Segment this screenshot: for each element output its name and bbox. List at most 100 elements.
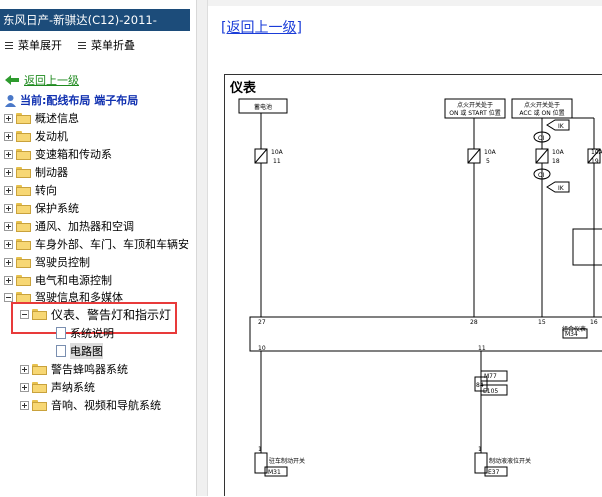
pin-11: 11: [478, 345, 486, 352]
back-link[interactable]: 返回上一级: [4, 72, 79, 88]
combination-meter-box: [249, 316, 602, 352]
expand-icon[interactable]: [4, 257, 13, 267]
tree-item-sonar[interactable]: 声纳系统: [20, 379, 95, 395]
pin-10: 10: [258, 345, 266, 352]
ik-label: IK: [558, 123, 565, 130]
pin-28: 28: [470, 319, 478, 326]
tree-item[interactable]: 转向: [4, 182, 57, 198]
tree-item[interactable]: 概述信息: [4, 110, 79, 126]
tree-item[interactable]: 驾驶员控制: [4, 254, 90, 270]
collapse-menu-button[interactable]: 菜单折叠: [77, 38, 135, 52]
diagram-title: 仪表: [230, 81, 257, 96]
folder-icon: [16, 166, 31, 178]
fuse-rating: 10A: [591, 149, 602, 156]
tree-item-label: 音响、视频和导航系统: [51, 399, 161, 412]
tree-item-label: 变速箱和传动系: [35, 148, 112, 161]
expand-icon[interactable]: [4, 149, 13, 159]
back-arrow-icon: [5, 75, 19, 85]
tree-item-circuit-diagram[interactable]: 电路图: [56, 343, 103, 359]
expand-icon[interactable]: [20, 382, 29, 392]
folder-icon: [16, 148, 31, 160]
folder-icon: [16, 202, 31, 214]
parking-brake-switch-label: 驻车制动开关: [269, 457, 305, 465]
current-location: 当前:配线布局 端子布局: [4, 92, 138, 108]
pin-1-left: 1: [258, 446, 262, 453]
tree-item-label: 概述信息: [35, 112, 79, 125]
left-panel: 东风日产-新骐达(C12)-2011- 菜单展开 菜单折叠 返回上一级 当前:配…: [0, 0, 197, 496]
folder-icon: [16, 291, 31, 303]
folder-icon: [16, 274, 31, 286]
connector-e105: E105: [483, 388, 498, 395]
expand-icon[interactable]: [20, 400, 29, 410]
ignition-1-line2: ON 或 START 位置: [449, 109, 500, 117]
expand-icon[interactable]: [4, 203, 13, 213]
expand-icon[interactable]: [4, 113, 13, 123]
expand-icon[interactable]: [4, 275, 13, 285]
connector-m31: M31: [268, 469, 281, 476]
tree-item[interactable]: 保护系统: [4, 200, 79, 216]
tree-item-label: 警告蜂鸣器系统: [51, 363, 128, 376]
brake-fluid-switch-label: 制动液液位开关: [489, 457, 531, 465]
back-link-label: 返回上一级: [24, 74, 79, 87]
tree-item-label: 电气和电源控制: [35, 274, 112, 287]
folder-icon: [16, 238, 31, 250]
fuse-number-11: 11: [273, 158, 281, 165]
fuse-rating: 10A: [484, 149, 497, 156]
tree-item-label: 通风、加热器和空调: [35, 220, 134, 233]
document-icon: [56, 327, 66, 339]
document-icon: [56, 345, 66, 357]
app-title: 东风日产-新骐达(C12)-2011-: [0, 9, 190, 31]
folder-icon: [32, 381, 47, 393]
fuse-number-18: 18: [552, 158, 560, 165]
ignition-2-line2: ACC 或 ON 位置: [519, 109, 564, 117]
connector-m34: M34: [565, 331, 578, 338]
tree-item[interactable]: 电气和电源控制: [4, 272, 112, 288]
tree-item[interactable]: 制动器: [4, 164, 68, 180]
folder-icon: [16, 256, 31, 268]
menu-icon: [77, 40, 87, 50]
tree-item[interactable]: 发动机: [4, 128, 68, 144]
expand-icon[interactable]: [20, 364, 29, 374]
tree-item-label: 发动机: [35, 130, 68, 143]
tree-item-system-description[interactable]: 系统说明: [56, 325, 114, 341]
ik-label: IK: [558, 185, 565, 192]
tree-item-warning-buzzer[interactable]: 警告蜂鸣器系统: [20, 361, 128, 377]
expand-menu-label: 菜单展开: [18, 39, 62, 52]
user-icon: [5, 94, 16, 107]
expand-icon[interactable]: [4, 221, 13, 231]
expand-icon[interactable]: [4, 239, 13, 249]
connector-e37: E37: [488, 469, 500, 476]
current-location-label: 当前:配线布局 端子布局: [20, 94, 139, 107]
expand-icon[interactable]: [4, 167, 13, 177]
tree-item-label: 声纳系统: [51, 381, 95, 394]
splitter-scrollbar[interactable]: [197, 0, 208, 496]
connector-m77: M77: [484, 373, 497, 380]
tree-item-label: 制动器: [35, 166, 68, 179]
folder-icon: [32, 363, 47, 375]
return-link[interactable]: [返回上一级]: [221, 17, 302, 37]
collapse-icon[interactable]: [4, 292, 13, 302]
expand-icon[interactable]: [4, 131, 13, 141]
fuse-rating: 10A: [271, 149, 284, 156]
tree-item[interactable]: 变速箱和传动系: [4, 146, 112, 162]
tree-item[interactable]: 通风、加热器和空调: [4, 218, 134, 234]
folder-icon: [16, 220, 31, 232]
folder-icon: [32, 399, 47, 411]
expand-menu-button[interactable]: 菜单展开: [4, 38, 62, 52]
ignition-2-line1: 点火开关处于: [524, 101, 560, 109]
pin-16: 16: [590, 319, 598, 326]
circuit-diagram: 蓄电池 点火开关处于 ON 或 START 位置 点火开关处于 ACC 或 ON…: [224, 74, 602, 496]
tree-item-audio-navigation[interactable]: 音响、视频和导航系统: [20, 397, 161, 413]
oi-label: OI: [538, 172, 545, 179]
oi-label: OI: [538, 135, 545, 142]
menu-icon: [4, 40, 14, 50]
tree-item[interactable]: 车身外部、车门、车顶和车辆安: [4, 236, 189, 252]
tree-item-label: 保护系统: [35, 202, 79, 215]
fuse-number-5: 5: [486, 158, 490, 165]
fuse-rating: 10A: [552, 149, 565, 156]
folder-icon: [16, 130, 31, 142]
collapse-menu-label: 菜单折叠: [91, 39, 135, 52]
expand-icon[interactable]: [4, 185, 13, 195]
folder-icon: [16, 112, 31, 124]
tree-item-label: 系统说明: [70, 327, 114, 340]
